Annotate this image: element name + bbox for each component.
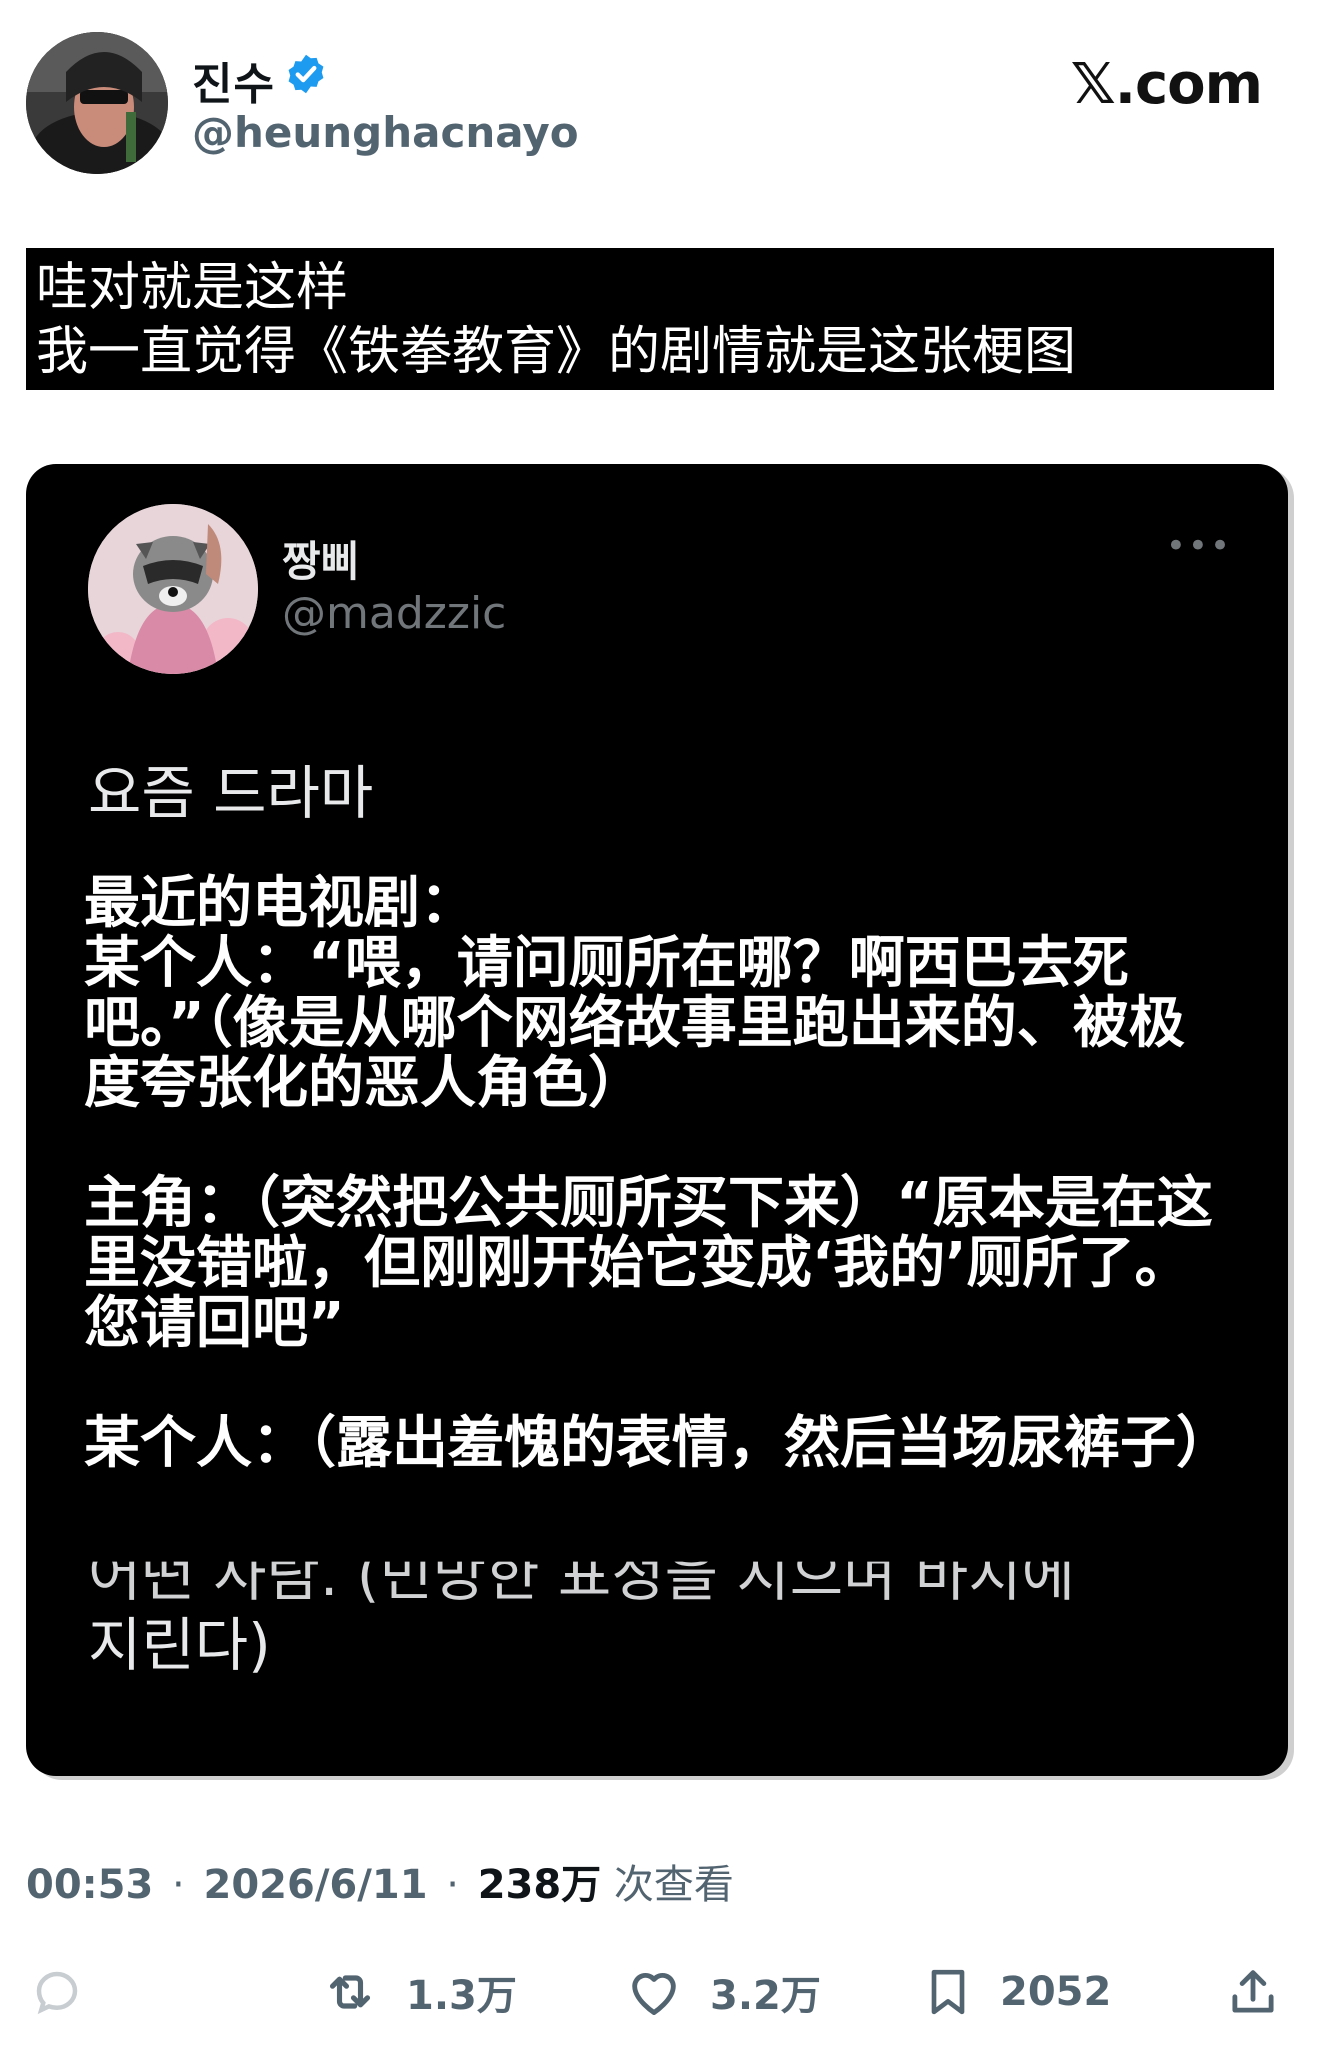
more-horizontal-icon: •••: [1165, 526, 1232, 566]
post-date[interactable]: 2026/6/11: [203, 1862, 427, 1908]
bookmark-button[interactable]: 2052: [920, 1952, 1111, 2032]
heart-icon: [632, 1973, 676, 2015]
translation-paragraph: 主角：（突然把公共厕所买下来）“原本是在这里没错啦，但刚刚开始它变成‘我的’厕所…: [84, 1171, 1213, 1356]
raccoon-avatar-image: [88, 504, 258, 674]
post-caption: 哇对就是这样 我一直觉得《铁拳教育》的剧情就是这张梗图: [26, 248, 1274, 390]
retweet-button[interactable]: 1.3万: [318, 1952, 517, 2032]
embedded-post-image[interactable]: 짱삐 @madzzic ••• 요즘 드라마 最近的电视剧： 某个人：“喂，请问…: [26, 464, 1288, 1776]
action-bar: 1.3万 3.2万 2052: [0, 1952, 1320, 2032]
like-button[interactable]: 3.2万: [622, 1952, 821, 2032]
meta-separator: ·: [446, 1862, 459, 1908]
post-meta: 00:53 · 2026/6/11 · 238万 次查看: [26, 1852, 734, 1910]
avatar-image: [26, 32, 168, 174]
bookmark-count: 2052: [1000, 1969, 1112, 2015]
verified-badge-icon: [288, 54, 324, 94]
korean-text-line: 지린다): [88, 1611, 271, 1679]
translation-overlay: 最近的电视剧： 某个人：“喂，请问厕所在哪？啊西巴去死吧。”（像是从哪个网络故事…: [84, 874, 1234, 1534]
retweet-icon: [329, 1975, 371, 2009]
views-label: 次查看: [613, 1862, 734, 1908]
korean-text-line: 요즘 드라마: [88, 759, 374, 827]
x-com-logo: 𝕏.com: [1070, 52, 1263, 117]
translation-paragraph: 某个人：（露出羞愧的表情，然后当场尿裤子）: [84, 1411, 1232, 1476]
translation-paragraph: 最近的电视剧： 某个人：“喂，请问厕所在哪？啊西巴去死吧。”（像是从哪个网络故事…: [84, 871, 1185, 1116]
author-handle[interactable]: @heunghacnayo: [192, 108, 579, 157]
reply-button[interactable]: [28, 1952, 86, 2032]
retweet-count: 1.3万: [406, 1973, 517, 2019]
reply-icon: [36, 1971, 78, 2015]
author-avatar[interactable]: [26, 32, 168, 174]
quoted-author-handle: @madzzic: [282, 588, 507, 639]
post-time[interactable]: 00:53: [26, 1862, 153, 1908]
meta-separator: ·: [172, 1862, 185, 1908]
author-display-name[interactable]: 진수: [192, 48, 275, 112]
like-count: 3.2万: [710, 1973, 821, 2019]
views-count: 238万: [477, 1862, 602, 1908]
caption-line-2: 我一直觉得《铁拳教育》的剧情就是这张梗图: [36, 322, 1077, 382]
share-button[interactable]: [1224, 1952, 1282, 2032]
caption-line-1: 哇对就是这样: [36, 258, 349, 318]
bookmark-icon: [931, 1969, 965, 2015]
quoted-author-avatar: [88, 504, 258, 674]
share-icon: [1232, 1970, 1274, 2013]
quoted-author-name: 짱삐: [282, 537, 360, 586]
